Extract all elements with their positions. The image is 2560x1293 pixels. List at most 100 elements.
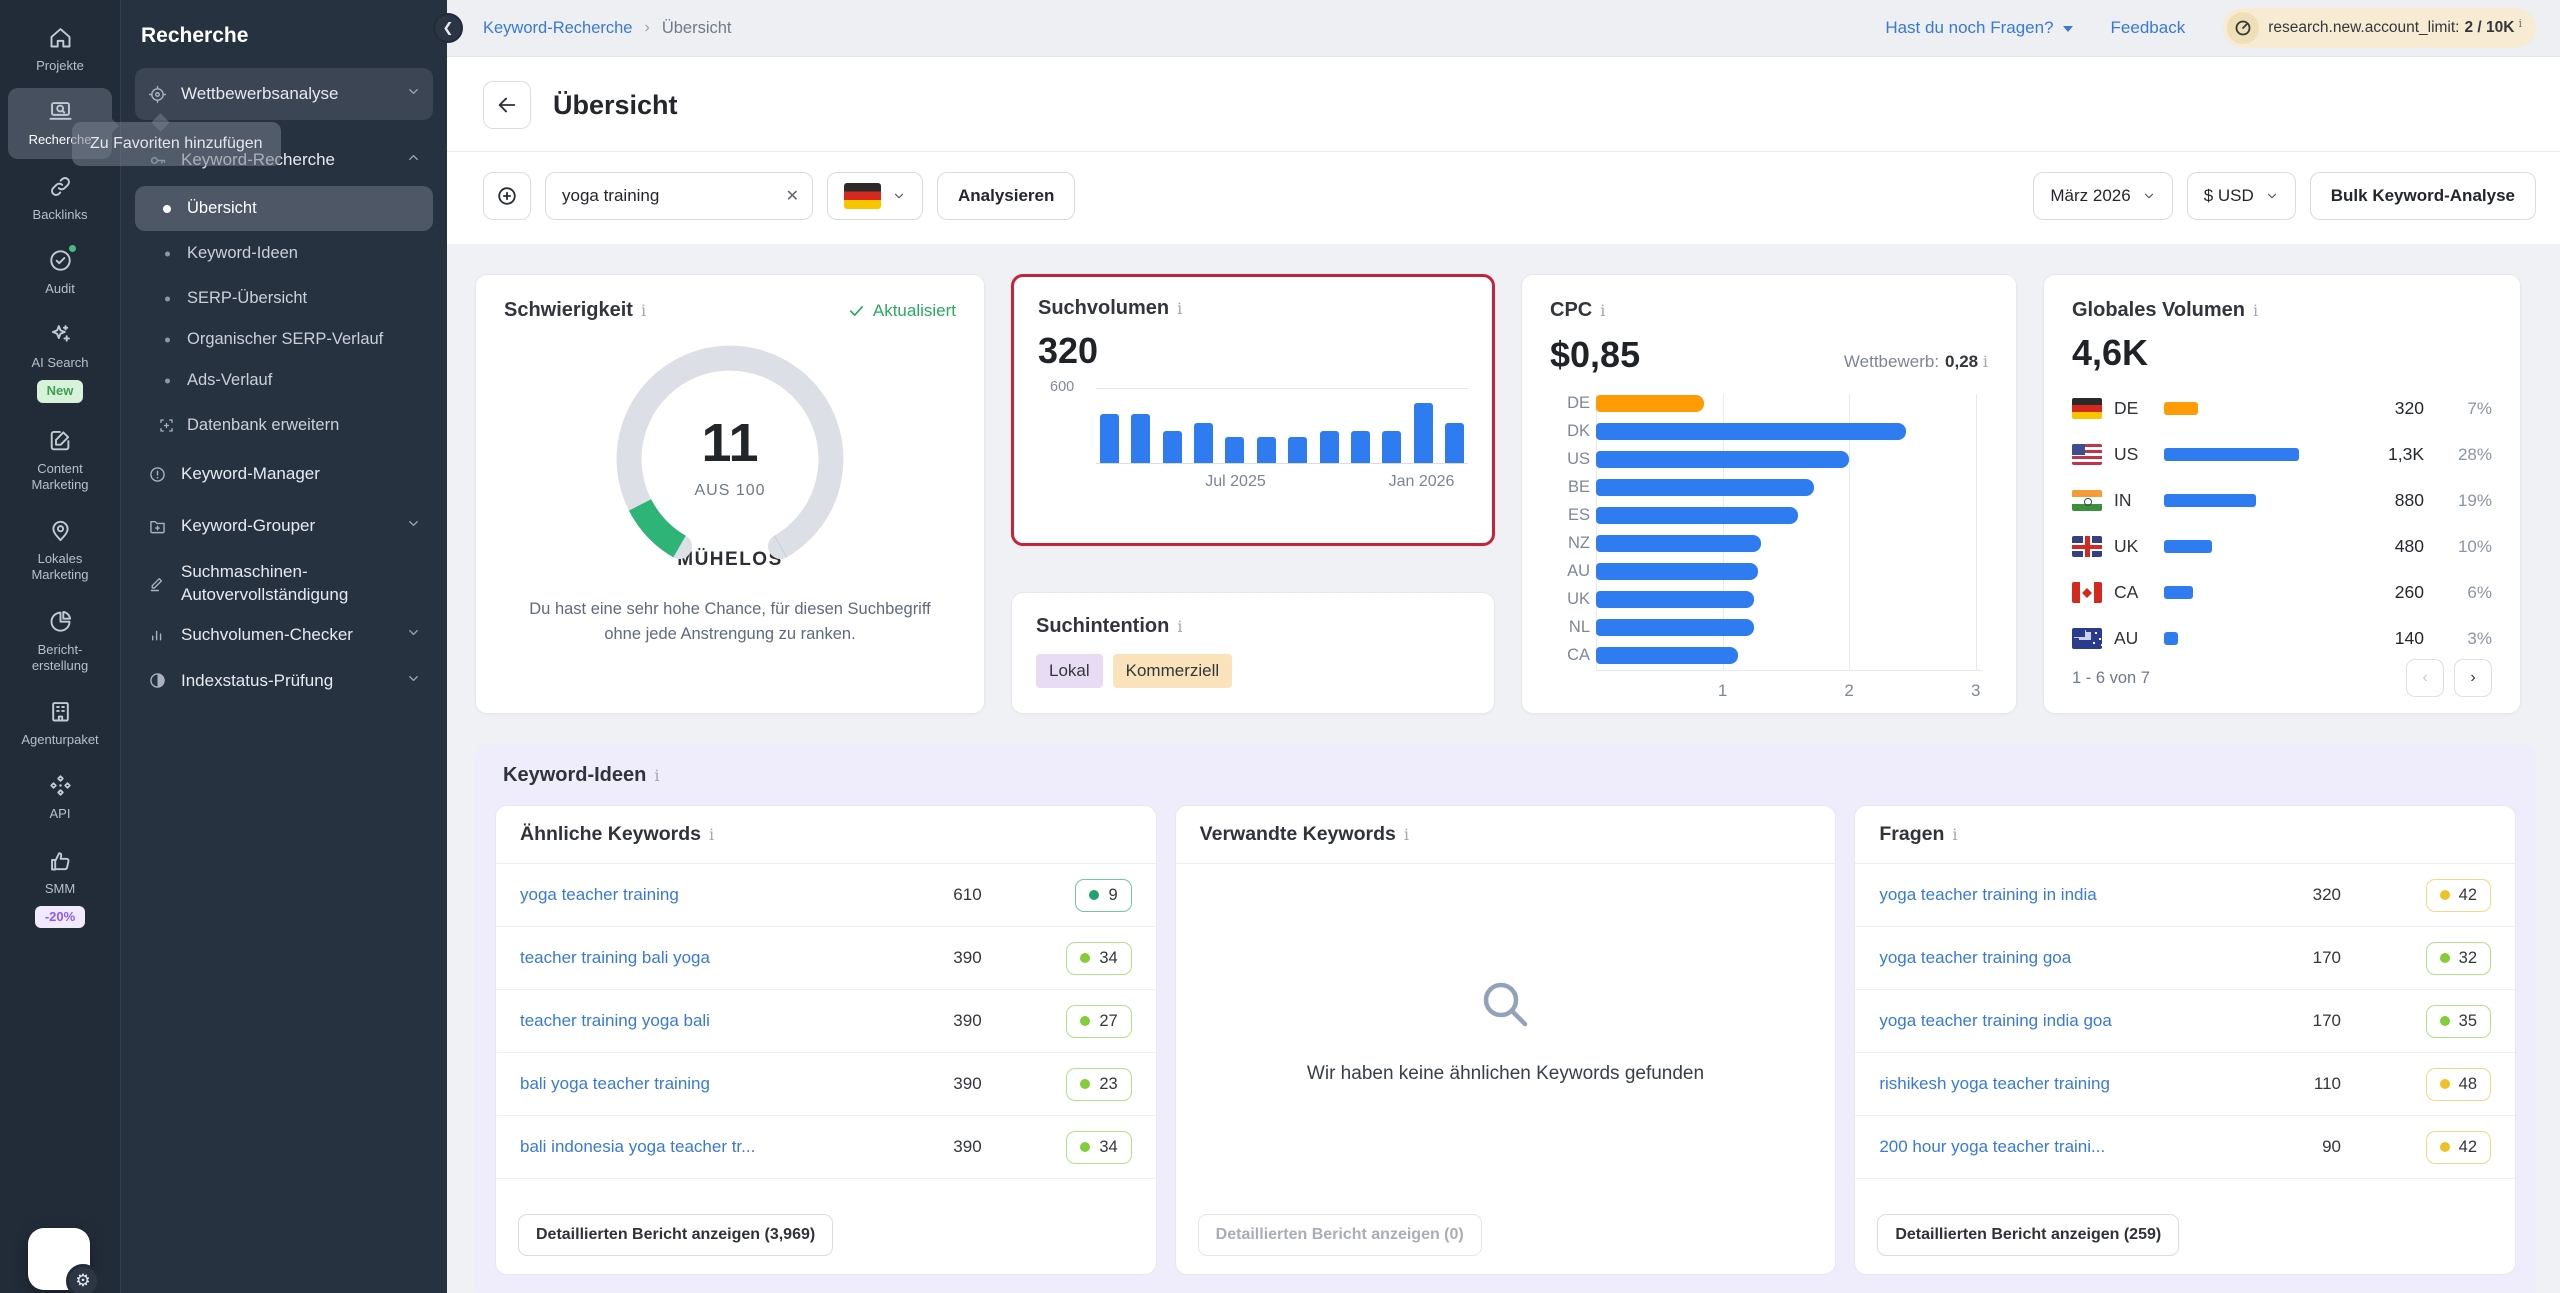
kd-dot-icon bbox=[2440, 1016, 2450, 1026]
cpc-bar bbox=[1596, 507, 1798, 524]
sidebar-subitem-uebersicht[interactable]: Übersicht bbox=[135, 186, 433, 231]
country-volume: 260 bbox=[2360, 582, 2424, 603]
pagination-next-button[interactable]: › bbox=[2454, 659, 2492, 697]
keyword-row: yoga teacher training6109 bbox=[496, 864, 1156, 927]
sidebar-subitem-organischer-serp[interactable]: Organischer SERP-Verlauf bbox=[135, 321, 433, 358]
rail-item-label: Agenturpaket bbox=[21, 732, 98, 748]
sidebar-item-indexstatus-pruefung[interactable]: Indexstatus-Prüfung bbox=[135, 655, 433, 707]
gear-icon[interactable]: ⚙ bbox=[66, 1264, 100, 1293]
keyword-link[interactable]: yoga teacher training goa bbox=[1879, 948, 2273, 968]
cpc-axis-tick: 3 bbox=[1971, 681, 1980, 701]
country-volume: 480 bbox=[2360, 536, 2424, 557]
edit-square-icon bbox=[47, 427, 74, 454]
chevron-down-icon bbox=[2265, 189, 2279, 203]
cpc-bar bbox=[1596, 423, 1906, 440]
rail-item-projekte[interactable]: Projekte bbox=[8, 14, 112, 84]
cpc-row: NL bbox=[1550, 618, 1988, 637]
keyword-input[interactable] bbox=[545, 172, 813, 220]
sidebar-item-suchvolumen-checker[interactable]: Suchvolumen-Checker bbox=[135, 615, 433, 655]
currency-select[interactable]: $ USD bbox=[2187, 172, 2296, 220]
keyword-link[interactable]: yoga teacher training india goa bbox=[1879, 1011, 2273, 1031]
keyword-volume: 110 bbox=[2285, 1074, 2341, 1094]
card-title: CPC bbox=[1550, 299, 1592, 322]
rail-item-berichterstellung[interactable]: Bericht-erstellung bbox=[8, 598, 112, 685]
cpc-country-label: NZ bbox=[1550, 534, 1590, 553]
notification-dot bbox=[67, 243, 78, 254]
rail-item-content-marketing[interactable]: Content Marketing bbox=[8, 417, 112, 504]
country-code: UK bbox=[2114, 536, 2152, 557]
keyword-link[interactable]: 200 hour yoga teacher traini... bbox=[1879, 1137, 2273, 1157]
rail-item-ai-search[interactable]: AI Search New bbox=[8, 311, 112, 413]
similar-report-button[interactable]: Detaillierten Bericht anzeigen (3,969) bbox=[518, 1214, 833, 1256]
rail-item-lokales-marketing[interactable]: Lokales Marketing bbox=[8, 507, 112, 594]
rail-item-agenturpaket[interactable]: Agenturpaket bbox=[8, 688, 112, 758]
kd-dot-icon bbox=[2440, 890, 2450, 900]
ca-flag-icon bbox=[2072, 582, 2102, 603]
country-code: CA bbox=[2114, 582, 2152, 603]
rail-item-backlinks[interactable]: Backlinks bbox=[8, 163, 112, 233]
questions-card: Fragen i yoga teacher training in india3… bbox=[1854, 805, 2516, 1275]
add-keyword-button[interactable] bbox=[483, 172, 531, 220]
chevron-down-icon bbox=[406, 671, 421, 691]
cpc-bar bbox=[1596, 479, 1814, 496]
in-flag-icon bbox=[2072, 490, 2102, 511]
questions-dropdown[interactable]: Hast du noch Fragen? bbox=[1885, 18, 2072, 38]
kd-badge: 27 bbox=[1066, 1005, 1131, 1038]
rail-item-api[interactable]: API bbox=[8, 762, 112, 832]
sidebar-subitem-keyword-ideen[interactable]: Keyword-Ideen bbox=[135, 231, 433, 276]
page-header: Übersicht ✕ Analysieren März 20 bbox=[447, 57, 2560, 244]
favorites-tooltip: Zu Favoriten hinzufügen bbox=[72, 122, 281, 166]
country-select[interactable] bbox=[827, 172, 923, 220]
keyword-volume: 610 bbox=[926, 885, 982, 905]
sidebar-item-keyword-grouper[interactable]: Keyword-Grouper bbox=[135, 500, 433, 552]
trend-bar bbox=[1445, 423, 1464, 463]
cpc-chart: DEDKUSBEESNZAUUKNLCA bbox=[1550, 394, 1988, 671]
link-icon bbox=[47, 173, 74, 200]
keyword-volume: 170 bbox=[2285, 948, 2341, 968]
api-icon bbox=[47, 772, 74, 799]
keyword-link[interactable]: yoga teacher training in india bbox=[1879, 885, 2273, 905]
global-volume-bar bbox=[2164, 448, 2299, 461]
sidebar-item-suchmaschinen-autovervollstaendigung[interactable]: Suchmaschinen-Autovervollständigung bbox=[135, 552, 433, 614]
cpc-country-label: CA bbox=[1550, 646, 1590, 665]
keyword-link[interactable]: rishikesh yoga teacher training bbox=[1879, 1074, 2273, 1094]
sidebar-subitem-serp-uebersicht[interactable]: SERP-Übersicht bbox=[135, 276, 433, 321]
sidebar-collapse-button[interactable]: ❮ bbox=[433, 13, 463, 43]
sidebar-subitem-datenbank-erweitern[interactable]: Datenbank erweitern bbox=[135, 403, 433, 448]
content-area: Schwierigkeit i Aktualisiert 11 bbox=[447, 244, 2560, 1293]
keyword-link[interactable]: teacher training yoga bali bbox=[520, 1011, 914, 1031]
topbar: Keyword-Recherche › Übersicht Hast du no… bbox=[447, 0, 2560, 57]
breadcrumb-keyword-recherche[interactable]: Keyword-Recherche bbox=[483, 19, 632, 38]
feedback-link[interactable]: Feedback bbox=[2111, 18, 2186, 38]
rail-item-smm[interactable]: SMM -20% bbox=[8, 837, 112, 939]
analyze-button[interactable]: Analysieren bbox=[937, 172, 1075, 220]
difficulty-score: 11 bbox=[605, 412, 855, 474]
keyword-link[interactable]: teacher training bali yoga bbox=[520, 948, 914, 968]
keyword-link[interactable]: yoga teacher training bbox=[520, 885, 914, 905]
cpc-bar bbox=[1596, 395, 1704, 412]
clear-input-icon[interactable]: ✕ bbox=[786, 186, 799, 206]
back-button[interactable] bbox=[483, 81, 531, 129]
keyword-link[interactable]: bali indonesia yoga teacher tr... bbox=[520, 1137, 914, 1157]
au-flag-icon bbox=[2072, 628, 2102, 649]
sidebar-item-keyword-manager[interactable]: Keyword-Manager bbox=[135, 448, 433, 500]
bulk-analysis-button[interactable]: Bulk Keyword-Analyse bbox=[2310, 172, 2536, 220]
country-percent: 28% bbox=[2436, 445, 2492, 465]
info-icon: i bbox=[1404, 825, 1409, 844]
account-limit-label: research.new.account_limit: bbox=[2268, 19, 2459, 37]
sidebar-item-wettbewerbsanalyse[interactable]: Wettbewerbsanalyse bbox=[135, 68, 433, 120]
questions-report-button[interactable]: Detaillierten Bericht anzeigen (259) bbox=[1877, 1214, 2179, 1256]
difficulty-score-suffix: AUS 100 bbox=[605, 482, 855, 500]
trend-bar bbox=[1100, 414, 1119, 463]
date-select-value: März 2026 bbox=[2050, 186, 2130, 206]
cpc-country-label: ES bbox=[1550, 506, 1590, 525]
date-select[interactable]: März 2026 bbox=[2033, 172, 2172, 220]
sidebar-panel: Recherche Wettbewerbsanalyse Keyword-Rec… bbox=[120, 0, 447, 1293]
help-widget[interactable]: ⚙ bbox=[28, 1228, 90, 1290]
sidebar-subitem-ads-verlauf[interactable]: Ads-Verlauf bbox=[135, 358, 433, 403]
info-icon: i bbox=[1177, 617, 1182, 636]
search-volume-card: Suchvolumen i 320 600 Jul 2025Jan 2026 bbox=[1011, 274, 1495, 546]
research-icon bbox=[47, 98, 74, 125]
rail-item-audit[interactable]: Audit bbox=[8, 237, 112, 307]
keyword-link[interactable]: bali yoga teacher training bbox=[520, 1074, 914, 1094]
